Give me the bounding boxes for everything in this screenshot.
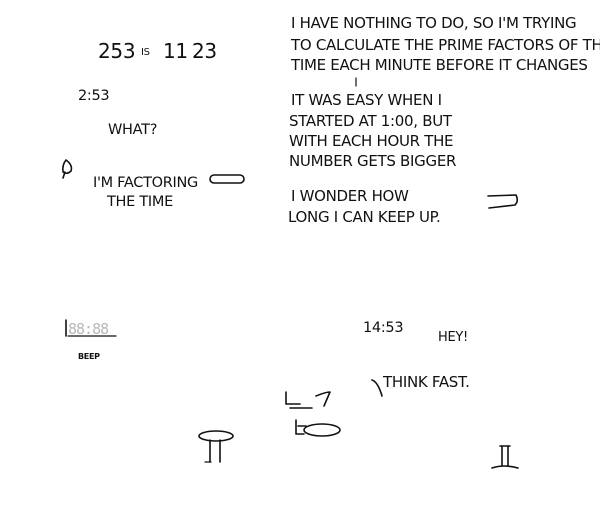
held-object-right xyxy=(487,194,519,209)
narration-line-6: WITH EACH HOUR THE xyxy=(289,132,454,150)
narration-line-3: TIME EACH MINUTE BEFORE IT CHANGES xyxy=(291,56,588,74)
factor-word: IS xyxy=(141,47,150,58)
narration-line-5: STARTED AT 1:00, BUT xyxy=(289,112,452,130)
narration-line-2: TO CALCULATE THE PRIME FACTORS OF THE xyxy=(291,36,600,54)
narration-line-7: NUMBER GETS BIGGER xyxy=(289,152,457,170)
stick-figure-left xyxy=(62,159,73,179)
stool xyxy=(198,430,234,463)
comic-strip: 253 IS 11 23 2:53 WHAT? I'M FACTORING TH… xyxy=(0,0,600,524)
prime-factor-a: 11 xyxy=(163,39,188,63)
speech-think-fast: THINK FAST. xyxy=(383,373,470,391)
speech-factoring-2: THE TIME xyxy=(107,194,173,210)
factored-number: 253 xyxy=(98,39,136,63)
stand-right xyxy=(491,445,519,469)
thrown-clock xyxy=(285,391,341,437)
narration-line-4: IT WAS EASY WHEN I xyxy=(291,91,442,109)
speech-hey: HEY! xyxy=(438,330,468,345)
speech-factoring-1: I'M FACTORING xyxy=(93,175,198,191)
held-object-left xyxy=(209,174,245,184)
narration-line-1: I HAVE NOTHING TO DO, SO I'M TRYING xyxy=(291,14,577,32)
narration-line-9: LONG I CAN KEEP UP. xyxy=(288,208,441,226)
comic-drawings xyxy=(62,77,519,469)
speech-what: WHAT? xyxy=(108,122,158,138)
speech-tail xyxy=(371,379,383,397)
alarm-clock-display: 88:88 xyxy=(68,320,109,338)
beep-sound: BEEP xyxy=(78,352,100,361)
clock-readout-large: 14:53 xyxy=(363,320,404,336)
clock-readout-small: 2:53 xyxy=(78,88,110,104)
narration-line-8: I WONDER HOW xyxy=(291,187,409,205)
prime-factor-b: 23 xyxy=(192,39,217,63)
